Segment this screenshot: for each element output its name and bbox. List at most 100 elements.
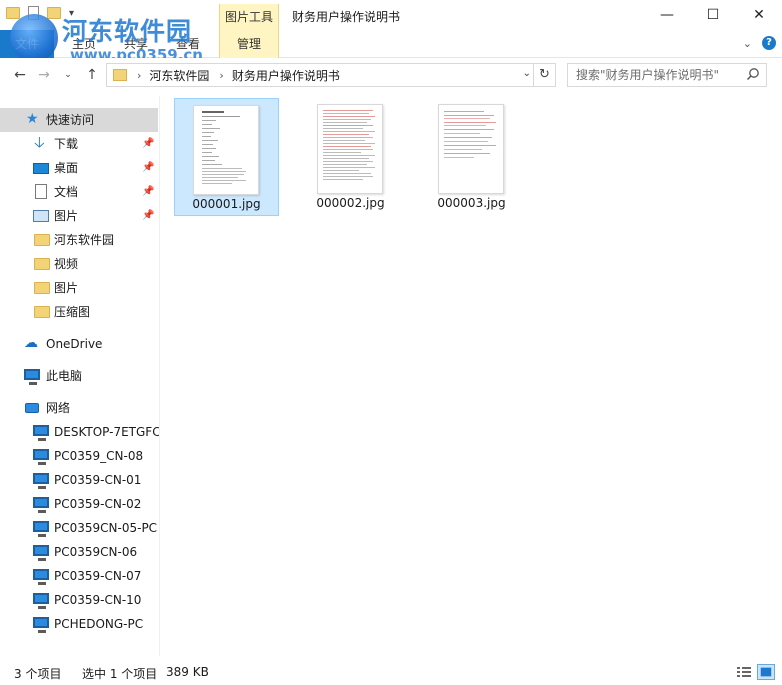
folder-icon[interactable] — [6, 7, 20, 19]
customize-toolbar-icon[interactable]: ▾ — [69, 8, 74, 19]
forward-arrow-icon[interactable]: → — [34, 66, 54, 84]
computer-icon — [33, 497, 49, 513]
ribbon-right-controls: ⌄ ? — [743, 36, 776, 50]
nav-item-folder-pictures[interactable]: 图片 — [0, 276, 159, 300]
computer-icon — [33, 617, 49, 633]
file-tile[interactable]: 000001.jpg — [174, 98, 279, 216]
pictures-icon — [33, 210, 49, 222]
nav-item-documents[interactable]: 文档 📌 — [0, 180, 159, 204]
search-input[interactable]: 搜索"财务用户操作说明书" — [567, 63, 767, 87]
nav-this-pc[interactable]: 此电脑 — [0, 364, 159, 388]
ribbon-tabs: 文件 主页 共享 查看 管理 ⌄ ? — [0, 30, 782, 58]
window-title: 财务用户操作说明书 — [292, 10, 401, 24]
folder-icon — [34, 306, 50, 318]
image-thumbnail — [193, 105, 259, 195]
chevron-right-icon[interactable]: › — [219, 69, 223, 82]
network-icon — [25, 403, 39, 413]
address-history-dropdown-icon[interactable]: ⌄ — [523, 68, 531, 79]
recent-locations-icon[interactable]: ⌄ — [62, 66, 74, 84]
nav-network[interactable]: 网络 — [0, 396, 159, 420]
computer-icon — [33, 425, 49, 441]
pin-icon[interactable]: 📌 — [142, 180, 154, 204]
computer-icon — [33, 545, 49, 561]
pin-icon[interactable]: 📌 — [142, 204, 154, 228]
image-thumbnail — [438, 104, 504, 194]
nav-network-computer[interactable]: PC0359CN-06 — [0, 540, 159, 564]
file-list: 000001.jpg 000002.jpg 000003.jpg — [162, 96, 782, 656]
expand-ribbon-icon[interactable]: ⌄ — [743, 37, 752, 50]
file-tile[interactable]: 000002.jpg — [299, 98, 404, 216]
computer-icon — [24, 369, 40, 385]
nav-item-folder-videos[interactable]: 视频 — [0, 252, 159, 276]
nav-network-computer[interactable]: PC0359-CN-10 — [0, 588, 159, 612]
cloud-icon: ☁ — [24, 335, 38, 351]
computer-icon — [33, 449, 49, 465]
nav-network-computer[interactable]: PCHEDONG-PC — [0, 612, 159, 636]
back-arrow-icon[interactable]: ← — [10, 66, 30, 84]
file-name: 000001.jpg — [192, 197, 261, 211]
nav-network-computer[interactable]: DESKTOP-7ETGFC — [0, 420, 159, 444]
navigation-pane: ★ 快速访问 🡣 下载 📌 桌面 📌 文档 📌 图片 📌 河东软件园 视频 图片… — [0, 96, 160, 656]
tab-share[interactable]: 共享 — [114, 30, 158, 58]
status-size: 389 KB — [166, 665, 209, 679]
tab-file[interactable]: 文件 — [0, 30, 54, 58]
nav-item-downloads[interactable]: 🡣 下载 📌 — [0, 132, 159, 156]
nav-network-computer[interactable]: PC0359-CN-01 — [0, 468, 159, 492]
address-row: ← → ⌄ ↑ › 河东软件园 › 财务用户操作说明书 ⌄ ↻ 搜索"财务用户操… — [0, 58, 782, 92]
tab-view[interactable]: 查看 — [166, 30, 210, 58]
folder-icon — [113, 69, 127, 81]
tab-manage[interactable]: 管理 — [219, 30, 279, 58]
computer-icon — [33, 521, 49, 537]
download-arrow-icon: 🡣 — [34, 133, 45, 151]
minimize-button[interactable]: — — [644, 0, 690, 30]
picture-tools-group-label: 图片工具 — [219, 4, 279, 30]
image-thumbnail — [317, 104, 383, 194]
status-item-count: 3 个项目 — [14, 667, 62, 681]
breadcrumb-current[interactable]: 财务用户操作说明书 — [232, 67, 340, 84]
nav-item-folder-hedong[interactable]: 河东软件园 — [0, 228, 159, 252]
close-button[interactable]: ✕ — [736, 0, 782, 30]
status-selection: 选中 1 个项目 — [82, 667, 158, 681]
nav-network-computer[interactable]: PC0359CN-05-PC — [0, 516, 159, 540]
large-icons-view-icon[interactable] — [757, 664, 775, 680]
search-placeholder: 搜索"财务用户操作说明书" — [576, 68, 720, 82]
file-name: 000002.jpg — [316, 196, 385, 210]
folder-icon — [34, 282, 50, 294]
nav-quick-access[interactable]: ★ 快速访问 — [0, 108, 158, 132]
file-name: 000003.jpg — [437, 196, 506, 210]
nav-item-desktop[interactable]: 桌面 📌 — [0, 156, 159, 180]
document-icon — [35, 184, 47, 199]
status-bar: 3 个项目 选中 1 个项目 389 KB — [0, 659, 782, 685]
computer-icon — [33, 593, 49, 609]
pin-icon[interactable]: 📌 — [142, 132, 154, 156]
search-icon — [746, 68, 759, 81]
pin-icon[interactable]: 📌 — [142, 156, 154, 180]
properties-icon[interactable] — [28, 6, 39, 20]
nav-item-pictures[interactable]: 图片 📌 — [0, 204, 159, 228]
nav-onedrive[interactable]: ☁ OneDrive — [0, 332, 159, 356]
address-bar[interactable]: › 河东软件园 › 财务用户操作说明书 ⌄ ↻ — [106, 63, 556, 87]
nav-network-computer[interactable]: PC0359-CN-02 — [0, 492, 159, 516]
breadcrumb-hedong[interactable]: 河东软件园 — [149, 67, 209, 84]
tab-home[interactable]: 主页 — [62, 30, 106, 58]
folder-icon — [34, 234, 50, 246]
up-arrow-icon[interactable]: ↑ — [82, 66, 102, 84]
title-bar: ▾ 图片工具 财务用户操作说明书 — ☐ ✕ — [0, 0, 782, 30]
nav-network-computer[interactable]: PC0359-CN-07 — [0, 564, 159, 588]
computer-icon — [33, 569, 49, 585]
help-icon[interactable]: ? — [762, 36, 776, 50]
nav-item-folder-compressed[interactable]: 压缩图 — [0, 300, 159, 324]
desktop-icon — [33, 163, 49, 174]
file-tile[interactable]: 000003.jpg — [420, 98, 525, 216]
nav-network-computer[interactable]: PC0359_CN-08 — [0, 444, 159, 468]
maximize-button[interactable]: ☐ — [690, 0, 736, 30]
new-folder-icon[interactable] — [47, 7, 61, 19]
chevron-right-icon[interactable]: › — [137, 69, 141, 82]
folder-icon — [34, 258, 50, 270]
refresh-icon[interactable]: ↻ — [533, 64, 555, 86]
window-controls: — ☐ ✕ — [644, 0, 782, 30]
computer-icon — [33, 473, 49, 489]
details-view-icon[interactable] — [735, 664, 753, 680]
quick-access-toolbar: ▾ — [6, 6, 74, 20]
star-icon: ★ — [26, 111, 39, 127]
